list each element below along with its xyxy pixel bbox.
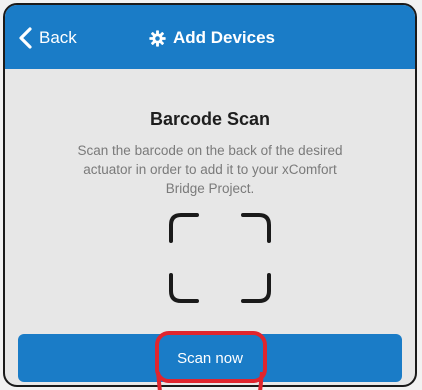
section-heading: Barcode Scan [149, 109, 271, 129]
scan-now-button[interactable]: Scan now [18, 334, 402, 382]
main-content: Barcode Scan Scan the barcode on the bac… [5, 69, 415, 385]
instruction-text: Scan the barcode on the back of the desi… [77, 143, 343, 196]
screenshot-frame: Back Add Devices Barcode Scan Scan the b… [0, 0, 422, 390]
page-title: Add Devices [5, 25, 415, 51]
scan-now-label: Scan now [177, 349, 243, 367]
gear-icon [149, 29, 166, 47]
navigation-bar: Back Add Devices [5, 5, 415, 69]
page-title-text: Add Devices [172, 28, 276, 47]
scan-frame-icon [169, 213, 271, 303]
phone-screen: Back Add Devices Barcode Scan Scan the b… [3, 3, 417, 387]
